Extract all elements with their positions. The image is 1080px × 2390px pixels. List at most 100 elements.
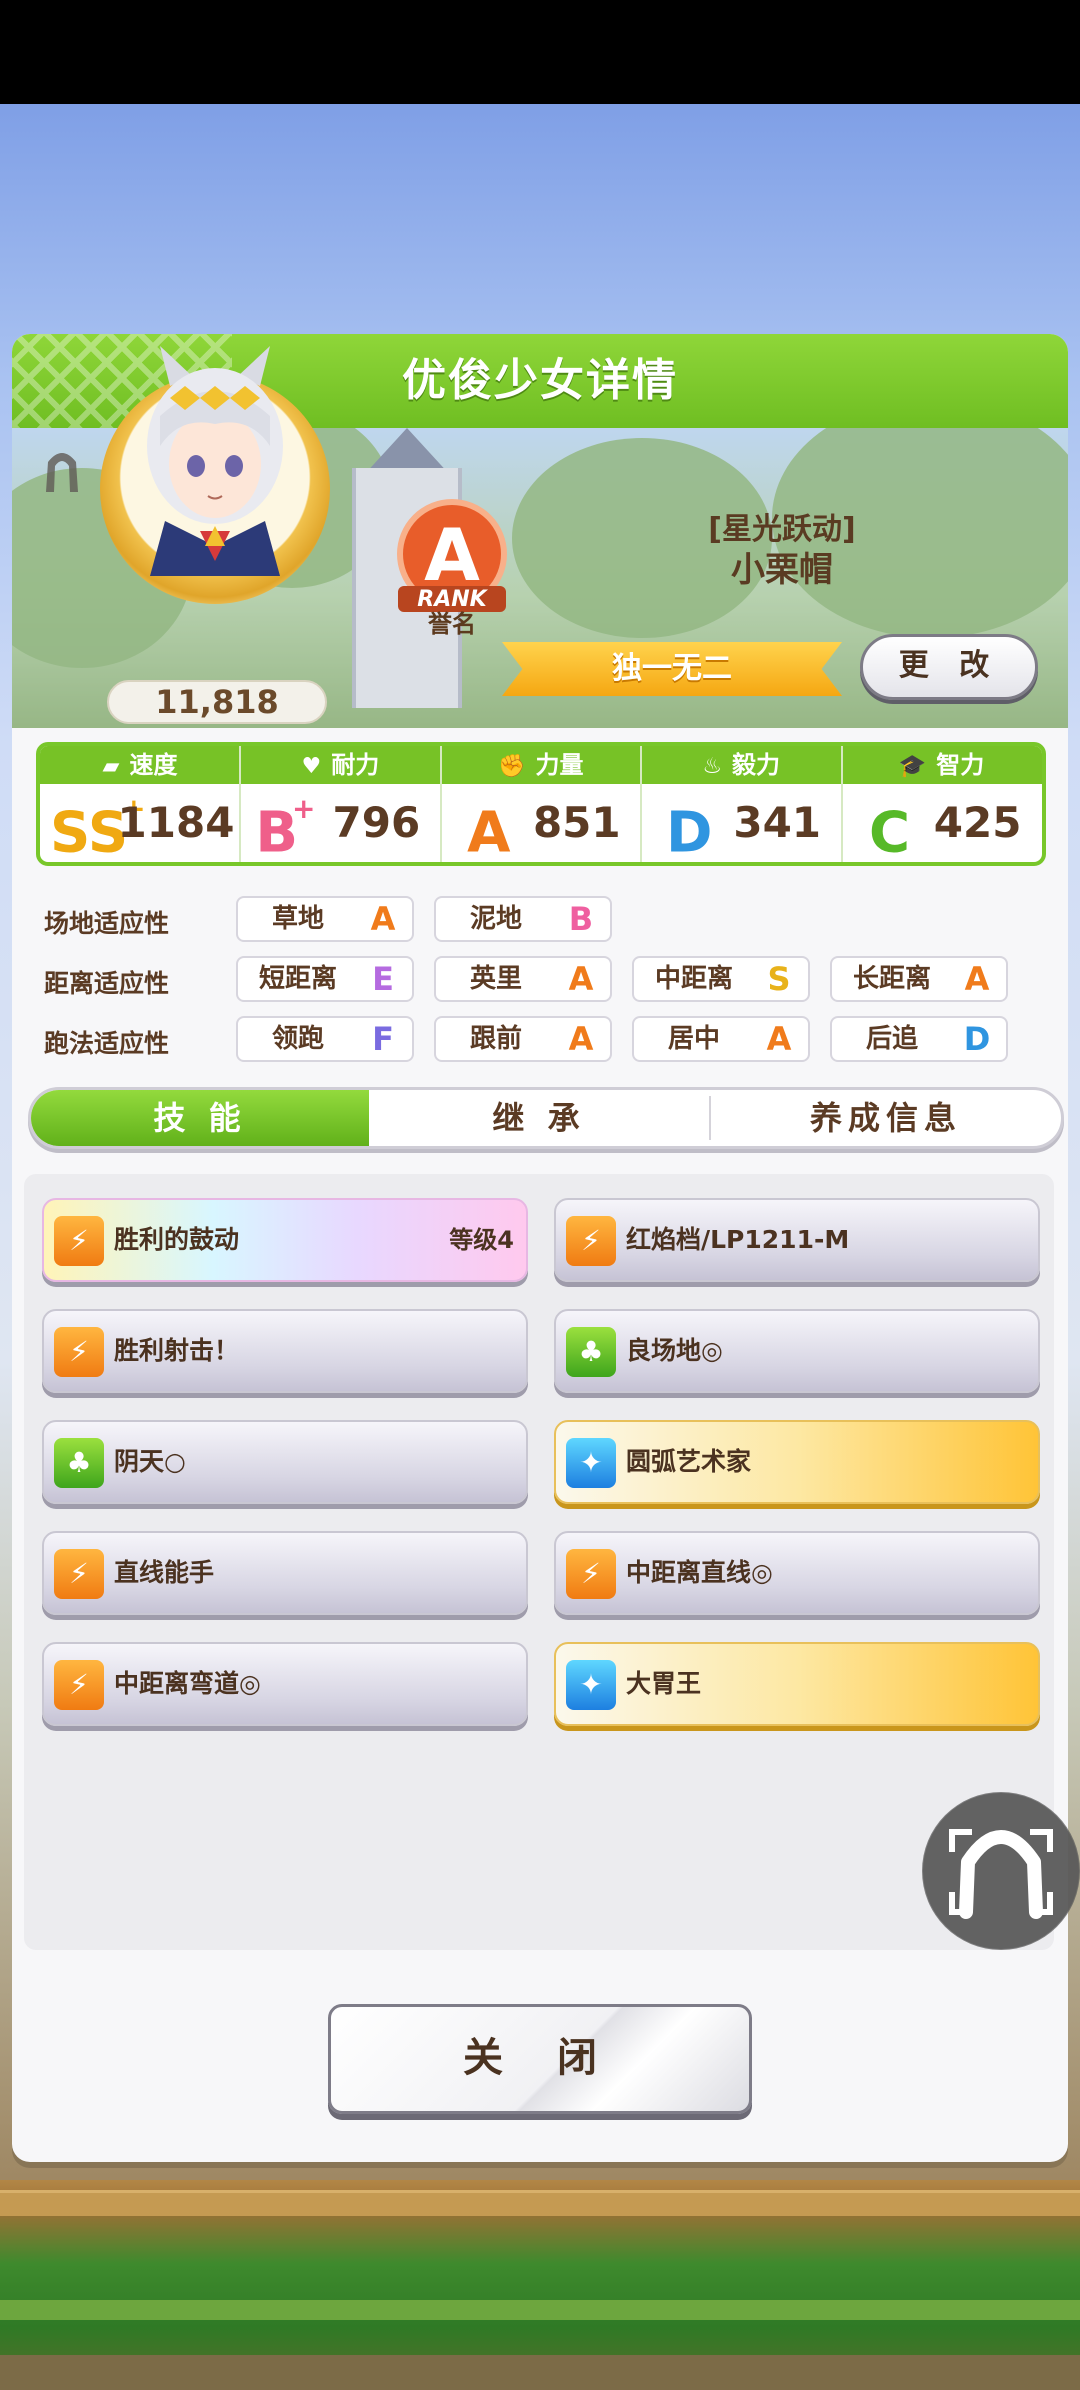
stat-name: 速度 [129, 751, 178, 779]
aptitude-name: 跟前 [469, 1024, 522, 1054]
stat-1: ♥ 耐力 B+ 796 [240, 746, 441, 866]
shoe-icon: ▰ [102, 754, 120, 779]
horseshoe-icon [46, 453, 78, 492]
tab-skills[interactable]: 技 能 [31, 1090, 369, 1146]
aptitude-grade: A [370, 900, 396, 938]
heart-icon: ♥ [301, 754, 322, 779]
aptitude-style-chip: 居中 A [632, 1016, 810, 1062]
aptitude-style-chip: 跟前 A [434, 1016, 612, 1062]
aptitude-name: 泥地 [469, 904, 522, 934]
aptitude-grade: F [372, 1020, 394, 1058]
epithet-ribbon[interactable]: 独一无二 [502, 642, 842, 696]
skill-card[interactable]: ✦ 大胃王 [554, 1642, 1040, 1726]
aptitude-distance-chip: 中距离 S [632, 956, 810, 1002]
character-portrait [147, 346, 283, 576]
skill-orange-icon: ⚡ [54, 1549, 104, 1599]
skill-green-icon: ♣ [54, 1438, 104, 1488]
evaluation-score: 11,818 [107, 680, 327, 724]
stat-header: ♥ 耐力 [240, 746, 441, 784]
skill-card[interactable]: ⚡ 直线能手 [42, 1531, 528, 1615]
stat-name: 力量 [535, 751, 584, 779]
skill-name: 胜利射击！ [114, 1336, 240, 1365]
stat-body: SS+ 1184 [40, 784, 240, 862]
style-aptitude-label: 跑法适应性 [44, 1029, 170, 1058]
stat-grade: C [869, 800, 911, 866]
stat-0: ▰ 速度 SS+ 1184 [40, 746, 240, 862]
skill-name: 圆弧艺术家 [626, 1447, 752, 1476]
flame-icon: ♨ [702, 754, 723, 779]
racetrack-rail [0, 2190, 1080, 2216]
skill-name: 胜利的鼓动 [114, 1225, 240, 1254]
skill-name: 大胃王 [626, 1669, 702, 1698]
skill-name: 红焰档/LP1211-M [626, 1225, 850, 1254]
aptitude-name: 草地 [271, 904, 324, 934]
skill-name: 良场地◎ [626, 1336, 723, 1365]
skill-card[interactable]: ♣ 良场地◎ [554, 1309, 1040, 1393]
aptitude-grade: A [766, 1020, 792, 1058]
detail-tabs: 技 能 继 承 养成信息 [28, 1087, 1064, 1149]
floating-horseshoe-button[interactable] [922, 1792, 1080, 1950]
skill-green-icon: ♣ [566, 1327, 616, 1377]
skill-blue-icon: ✦ [566, 1438, 616, 1488]
skill-card[interactable]: ⚡ 中距离直线◎ [554, 1531, 1040, 1615]
aptitude-grade: S [767, 960, 791, 998]
change-epithet-button[interactable]: 更 改 [860, 634, 1038, 700]
skill-card[interactable]: ⚡ 胜利射击！ [42, 1309, 528, 1393]
skill-level: 等级4 [449, 1226, 514, 1254]
aptitude-track-chip: 草地 A [236, 896, 414, 942]
stat-2: ✊ 力量 A 851 [440, 746, 641, 862]
skill-card[interactable]: ⚡ 中距离弯道◎ [42, 1642, 528, 1726]
stat-body: D 341 [641, 784, 841, 862]
stat-value: 341 [733, 798, 822, 847]
distance-aptitude-label: 距离适应性 [44, 969, 170, 998]
aptitude-grade: D [963, 1020, 991, 1058]
tab-inheritance[interactable]: 继 承 [369, 1090, 709, 1146]
skills-list: ⚡ 胜利的鼓动 等级4 ⚡ 红焰档/LP1211-M ⚡ 胜利射击！ ♣ 良场地◎ ♣ 阴天○ ✦ 圆弧… [24, 1174, 1054, 1950]
aptitude-grade: A [568, 960, 594, 998]
character-name: 小栗帽 [731, 550, 833, 590]
skill-card[interactable]: ⚡ 胜利的鼓动 等级4 [42, 1198, 528, 1282]
aptitude-name: 后追 [865, 1024, 918, 1054]
stat-name: 毅力 [732, 751, 781, 779]
aptitude-distance-chip: 长距离 A [830, 956, 1008, 1002]
aptitude-grade: B [568, 900, 594, 938]
stat-value: 851 [532, 798, 621, 847]
aptitude-grade: E [372, 960, 394, 998]
stat-body: C 425 [842, 784, 1042, 862]
stat-value: 1184 [117, 798, 235, 847]
skill-name: 直线能手 [114, 1558, 215, 1587]
stat-value: 796 [332, 798, 421, 847]
stat-separator [840, 746, 843, 862]
close-button[interactable]: 关 闭 [328, 2004, 752, 2114]
skill-orange-icon: ⚡ [54, 1327, 104, 1377]
stat-grade: B+ [255, 792, 316, 866]
aptitude-track-chip: 泥地 B [434, 896, 612, 942]
rank-label: 誉名 [428, 610, 476, 638]
aptitude-name: 居中 [667, 1024, 720, 1054]
aptitude-name: 领跑 [271, 1024, 324, 1054]
aptitude-name: 短距离 [258, 964, 337, 994]
skill-card[interactable]: ✦ 圆弧艺术家 [554, 1420, 1040, 1504]
skill-card[interactable]: ♣ 阴天○ [42, 1420, 528, 1504]
stats-panel: ▰ 速度 SS+ 1184 ♥ 耐力 B+ 796 ✊ 力量 A 851 ♨ 毅力 D 341 🎓 智力 C 425 [36, 742, 1046, 866]
stat-header: ▰ 速度 [40, 746, 240, 784]
arm-icon: ✊ [498, 754, 526, 779]
skill-card[interactable]: ⚡ 红焰档/LP1211-M [554, 1198, 1040, 1282]
rank-letter: A [424, 513, 480, 597]
skill-orange-icon: ⚡ [566, 1216, 616, 1266]
stat-value: 425 [933, 798, 1022, 847]
stat-4: 🎓 智力 C 425 [841, 746, 1042, 862]
stat-3: ♨ 毅力 D 341 [641, 746, 842, 862]
skill-blue-icon: ✦ [566, 1660, 616, 1710]
aptitude-style-chip: 领跑 F [236, 1016, 414, 1062]
stat-grade: SS+ [50, 792, 146, 866]
skill-name: 中距离弯道◎ [114, 1669, 261, 1698]
stat-separator [439, 746, 442, 862]
stat-header: ♨ 毅力 [641, 746, 842, 784]
stat-body: A 851 [441, 784, 641, 862]
aptitude-name: 长距离 [852, 964, 931, 994]
stat-grade: A [467, 800, 511, 866]
grass-stripe [0, 2300, 1080, 2320]
stat-name: 耐力 [331, 751, 380, 779]
tab-training-info[interactable]: 养成信息 [711, 1090, 1061, 1146]
